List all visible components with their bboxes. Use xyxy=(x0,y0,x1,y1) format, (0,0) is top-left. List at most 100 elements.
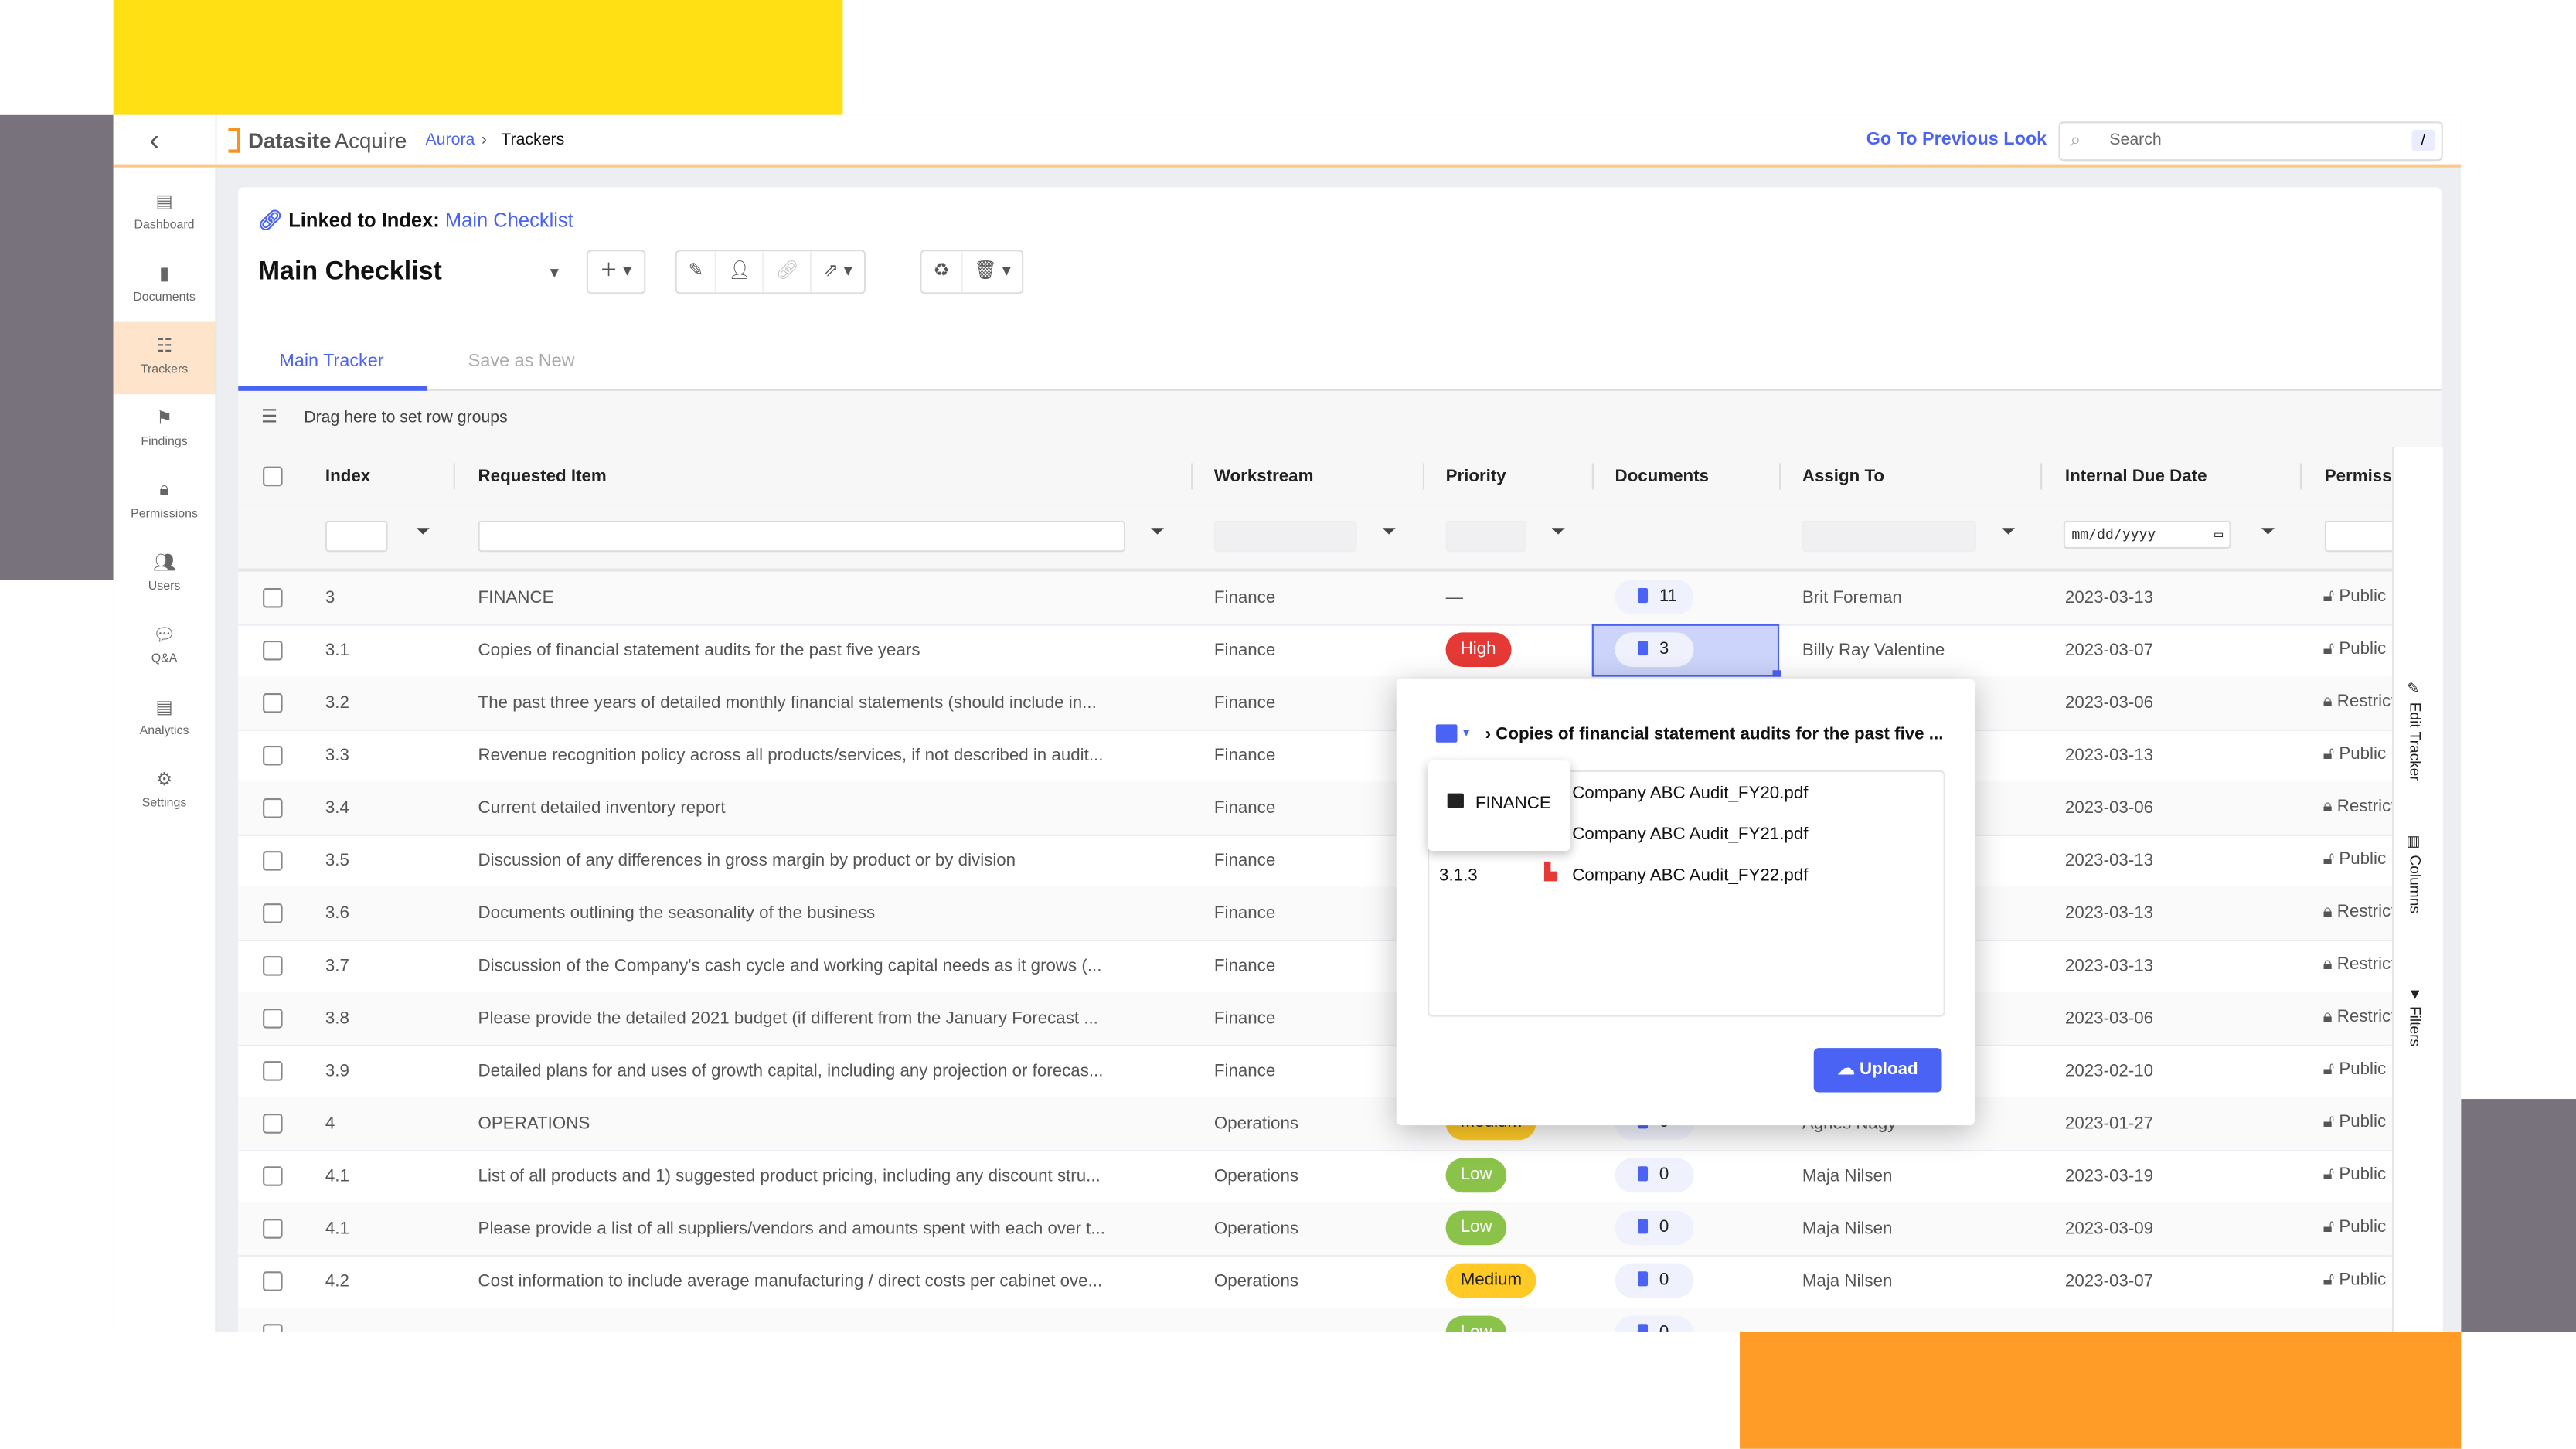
file-item[interactable]: Company ABC Audit_FY21.pdf xyxy=(1572,825,1808,845)
table-row[interactable]: 3 FINANCE Finance — 11 Brit Foreman 2023-03-13… xyxy=(238,571,2392,626)
permissions-filter-input[interactable] xyxy=(2324,520,2396,553)
search-input[interactable]: ⌕ Search / xyxy=(2058,121,2443,162)
documents-count-button[interactable]: 0 xyxy=(1615,1315,1694,1332)
cell-requested-item[interactable]: Current detailed inventory report xyxy=(478,798,1176,818)
column-header-requested-item[interactable]: Requested Item xyxy=(478,467,607,487)
folder-icon[interactable] xyxy=(1435,724,1458,743)
cell-requested-item[interactable]: Discussion of the Company's cash cycle a… xyxy=(478,956,1176,976)
column-divider[interactable] xyxy=(1591,463,1594,490)
workstream-filter-input[interactable] xyxy=(1213,520,1357,553)
cell-requested-item[interactable]: List of all products and 1) suggested pr… xyxy=(478,1166,1176,1186)
table-row[interactable]: 4.1 List of all products and 1) suggested… xyxy=(238,1150,2392,1205)
cell-requested-item[interactable]: Discussion of any differences in gross m… xyxy=(478,851,1176,871)
sidebar-item-settings[interactable]: ⚙ Settings xyxy=(114,756,216,828)
column-header-index[interactable]: Index xyxy=(325,467,370,487)
documents-count-button[interactable]: 11 xyxy=(1615,580,1694,614)
table-row[interactable]: 3.2 The past three years of detailed mont… xyxy=(238,676,2392,731)
table-row[interactable]: 3.5 Discussion of any differences in gros… xyxy=(238,835,2392,889)
documents-count-button[interactable]: 0 xyxy=(1615,1158,1694,1193)
documents-count-button[interactable]: 3 xyxy=(1615,632,1694,668)
sidebar-item-dashboard[interactable]: ▤ Dashboard xyxy=(114,178,216,250)
table-row[interactable]: 3.9 Detailed plans for and uses of growth… xyxy=(238,1045,2392,1100)
row-checkbox[interactable] xyxy=(263,903,283,923)
folder-option-finance[interactable]: FINANCE xyxy=(1475,794,1551,814)
priority-filter-input[interactable] xyxy=(1445,520,1526,553)
table-row[interactable]: 3.8 Please provide the detailed 2021 budg… xyxy=(238,992,2392,1047)
row-checkbox[interactable] xyxy=(263,1219,283,1239)
table-row[interactable]: 4OPERATIONSOperationsMedium0Agnes Nagy20… xyxy=(238,1097,2392,1152)
priority-filter-icon[interactable]: ⏷ xyxy=(1551,522,1566,544)
cell-requested-item[interactable]: Cost information to include average manu… xyxy=(478,1271,1176,1291)
table-row[interactable]: 3.1 Copies of financial statement audits … xyxy=(238,624,2392,679)
table-row[interactable]: 3.6 Documents outlining the seasonality o… xyxy=(238,886,2392,941)
column-header-internal-due-date[interactable]: Internal Due Date xyxy=(2065,467,2207,487)
row-checkbox[interactable] xyxy=(263,746,283,766)
cell-requested-item[interactable]: Revenue recognition policy across all pr… xyxy=(478,746,1176,766)
sidebar-item-users[interactable]: 👥︎ Users xyxy=(114,539,216,611)
cell-requested-item[interactable]: Copies of financial statement audits for… xyxy=(478,641,1176,661)
row-checkbox[interactable] xyxy=(263,693,283,713)
folder-dropdown-caret-icon[interactable]: ▼ xyxy=(1461,728,1472,740)
calendar-icon[interactable]: ▭ xyxy=(2214,522,2223,550)
table-row[interactable]: 4.2 Cost information to include average m… xyxy=(238,1255,2392,1310)
column-divider[interactable] xyxy=(453,463,455,490)
edit-tracker-tab[interactable]: ✎ Edit Tracker xyxy=(2407,682,2423,781)
column-header-priority[interactable]: Priority xyxy=(1446,467,1506,487)
row-checkbox[interactable] xyxy=(263,1271,283,1291)
select-all-checkbox[interactable] xyxy=(263,466,283,487)
collapse-sidebar-chevron-icon[interactable]: ‹ xyxy=(149,123,159,158)
column-divider[interactable] xyxy=(2040,463,2043,490)
export-icon[interactable]: ⇗ ▾ xyxy=(812,251,864,292)
index-filter-icon[interactable]: ⏷ xyxy=(416,522,430,544)
column-divider[interactable] xyxy=(1191,463,1193,490)
row-checkbox[interactable] xyxy=(263,1114,283,1134)
due-date-filter-icon[interactable]: ⏷ xyxy=(2261,522,2275,544)
cell-requested-item[interactable]: OPERATIONS xyxy=(478,1114,1176,1134)
assign-to-filter-icon[interactable]: ⏷ xyxy=(2001,522,2016,544)
sidebar-item-permissions[interactable]: 🔒︎ Permissions xyxy=(114,467,216,539)
column-header-permissions[interactable]: Permiss xyxy=(2325,467,2392,487)
row-checkbox[interactable] xyxy=(263,1061,283,1081)
row-checkbox[interactable] xyxy=(263,1166,283,1186)
filters-tab[interactable]: ▼ Filters xyxy=(2407,985,2423,1046)
sidebar-item-trackers[interactable]: ☷ Trackers xyxy=(113,321,216,395)
documents-count-button[interactable]: 0 xyxy=(1615,1263,1694,1298)
row-checkbox[interactable] xyxy=(263,956,283,976)
workstream-filter-icon[interactable]: ⏷ xyxy=(1382,522,1397,544)
columns-tab[interactable]: ▥ Columns xyxy=(2407,835,2423,913)
column-divider[interactable] xyxy=(1779,463,1781,490)
upload-button[interactable]: ☁ Upload xyxy=(1813,1048,1942,1093)
row-group-dropzone[interactable]: ☰ Drag here to set row groups xyxy=(238,390,2442,449)
tab-save-as-new[interactable]: Save as New xyxy=(468,352,575,372)
cell-requested-item[interactable]: Please provide a list of all suppliers/v… xyxy=(478,1219,1176,1239)
add-button[interactable]: ＋ ▾ xyxy=(588,251,643,292)
logo[interactable]: Datasite Acquire xyxy=(228,128,407,153)
cell-requested-item[interactable]: FINANCE xyxy=(478,588,1176,608)
row-checkbox[interactable] xyxy=(263,640,283,661)
trash-icon[interactable]: 🗑︎ ▾ xyxy=(962,251,1023,292)
row-checkbox[interactable] xyxy=(263,587,283,608)
due-date-filter-input[interactable]: mm/dd/yyyy ▭ xyxy=(2063,520,2231,550)
cell-requested-item[interactable]: The past three years of detailed monthly… xyxy=(478,693,1176,713)
table-row[interactable]: 3.4 Current detailed inventory report Fina… xyxy=(238,781,2392,836)
column-divider[interactable] xyxy=(1422,463,1424,490)
table-row[interactable]: 4.1 Please provide a list of all supplier… xyxy=(238,1202,2392,1257)
row-checkbox[interactable] xyxy=(263,798,283,818)
cell-requested-item[interactable]: Documents outlining the seasonality of t… xyxy=(478,903,1176,923)
table-row[interactable]: 3.3 Revenue recognition policy across all… xyxy=(238,730,2392,784)
requested-item-filter-input[interactable] xyxy=(478,520,1126,553)
table-row[interactable]: Low 0 xyxy=(238,1308,2392,1332)
sidebar-item-findings[interactable]: ⚑ Findings xyxy=(114,394,216,467)
cell-requested-item[interactable]: Detailed plans for and uses of growth ca… xyxy=(478,1061,1176,1081)
table-row[interactable]: 3.7 Discussion of the Company's cash cycl… xyxy=(238,940,2392,995)
row-checkbox[interactable] xyxy=(263,1009,283,1029)
linked-index-link[interactable]: Main Checklist xyxy=(445,209,573,232)
breadcrumb-aurora[interactable]: Aurora xyxy=(426,131,475,149)
row-checkbox[interactable] xyxy=(263,851,283,871)
column-header-documents[interactable]: Documents xyxy=(1615,467,1710,487)
sidebar-item-qa[interactable]: 💬︎ Q&A xyxy=(114,611,216,684)
index-filter-input[interactable] xyxy=(325,520,388,553)
documents-count-button[interactable]: 0 xyxy=(1615,1210,1694,1246)
column-header-assign-to[interactable]: Assign To xyxy=(1802,467,1884,487)
link-disabled-icon[interactable]: 🔗︎ xyxy=(764,251,812,293)
